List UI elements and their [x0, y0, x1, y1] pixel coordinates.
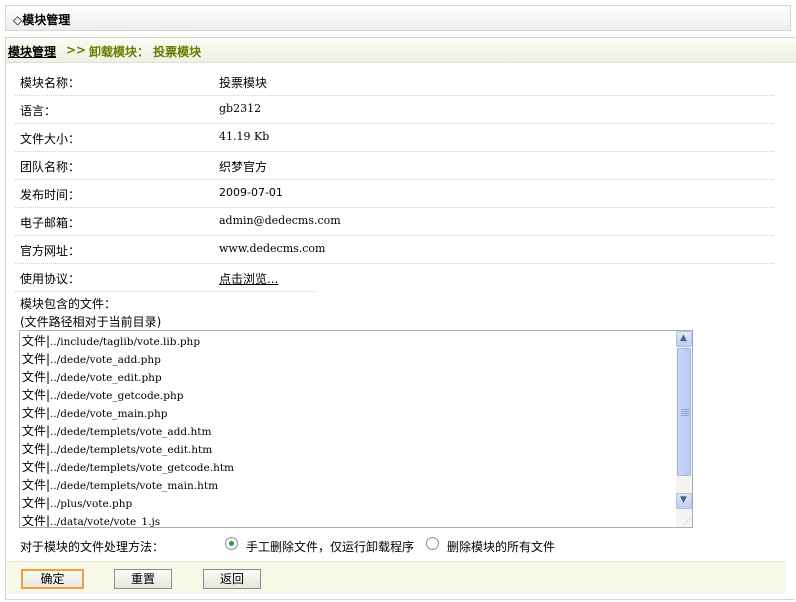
- file-path: ../dede/vote_main.php: [50, 408, 168, 420]
- grip-line: [681, 409, 689, 410]
- file-prefix: 文件|: [22, 352, 51, 366]
- reset-button[interactable]: 重置: [114, 569, 172, 589]
- info-label: 官方网址：: [20, 244, 81, 258]
- info-row-team: 团队名称： 织梦官方: [15, 151, 774, 180]
- file-prefix: 文件|: [22, 424, 51, 438]
- file-line: 文件|../data/vote/vote_1.js: [22, 512, 161, 528]
- file-path: ../include/taglib/vote.lib.php: [50, 336, 201, 348]
- breadcrumb-home-link[interactable]: 模块管理: [8, 43, 56, 60]
- file-path: ../dede/templets/vote_add.htm: [50, 426, 212, 438]
- info-row-file-size: 文件大小： 41.19 Kb: [15, 123, 774, 152]
- radio-delete-all-label[interactable]: 删除模块的所有文件: [447, 538, 555, 555]
- file-prefix: 文件|: [22, 388, 51, 402]
- info-label: 使用协议：: [20, 272, 81, 286]
- breadcrumb-separator: >>: [66, 43, 87, 57]
- file-path: ../dede/templets/vote_main.htm: [50, 480, 219, 492]
- file-path: ../dede/vote_getcode.php: [50, 390, 184, 402]
- back-button[interactable]: 返回: [203, 569, 261, 589]
- file-path: ../dede/vote_edit.php: [50, 372, 162, 384]
- file-path: ../dede/templets/vote_getcode.htm: [50, 462, 235, 474]
- info-row-license: 使用协议： 点击浏览...: [15, 263, 315, 292]
- info-value: gb2312: [219, 102, 262, 115]
- breadcrumb: 模块管理 >> 卸载模块： 投票模块: [6, 38, 796, 63]
- license-browse-link[interactable]: 点击浏览...: [219, 270, 278, 287]
- info-value: 2009-07-01: [219, 186, 283, 199]
- radio-delete-all[interactable]: [426, 537, 439, 550]
- files-label: 模块包含的文件：: [20, 297, 117, 311]
- file-path: ../data/vote/vote_1.js: [50, 516, 161, 528]
- info-row-language: 语言： gb2312: [15, 95, 774, 124]
- files-note: (文件路径相对于当前目录): [20, 315, 162, 329]
- file-line: 文件|../dede/vote_getcode.php: [22, 386, 183, 404]
- scroll-down-button[interactable]: ▼: [676, 493, 692, 509]
- file-path: ../plus/vote.php: [50, 498, 133, 510]
- grip-line: [681, 411, 689, 412]
- info-row-module-name: 模块名称： 投票模块: [15, 67, 774, 96]
- page-header: ◇模块管理: [5, 5, 791, 31]
- radio-manual-delete[interactable]: [225, 537, 238, 550]
- file-line: 文件|../dede/vote_edit.php: [22, 368, 162, 386]
- vertical-scrollbar[interactable]: ▲ ▼: [676, 331, 692, 527]
- info-value: admin@dedecms.com: [219, 214, 341, 227]
- file-prefix: 文件|: [22, 442, 51, 456]
- info-value: www.dedecms.com: [219, 242, 326, 255]
- info-label: 发布时间：: [20, 188, 81, 202]
- file-line: 文件|../dede/templets/vote_main.htm: [22, 476, 218, 494]
- info-label: 文件大小：: [20, 132, 81, 146]
- scroll-thumb[interactable]: [677, 348, 691, 476]
- info-row-release-date: 发布时间： 2009-07-01: [15, 179, 774, 208]
- file-prefix: 文件|: [22, 370, 51, 384]
- info-row-email: 电子邮箱： admin@dedecms.com: [15, 207, 774, 236]
- file-line: 文件|../plus/vote.php: [22, 494, 132, 512]
- file-path: ../dede/templets/vote_edit.htm: [50, 444, 213, 456]
- file-path: ../dede/vote_add.php: [50, 354, 161, 366]
- file-line: 文件|../dede/templets/vote_getcode.htm: [22, 458, 234, 476]
- radio-manual-delete-label[interactable]: 手工删除文件，仅运行卸载程序: [246, 538, 414, 555]
- breadcrumb-current: 卸载模块： 投票模块: [89, 45, 202, 59]
- info-label: 语言：: [20, 104, 57, 118]
- info-row-website: 官方网址： www.dedecms.com: [15, 235, 774, 264]
- info-value: 投票模块: [219, 76, 268, 90]
- method-label: 对于模块的文件处理方法：: [20, 540, 165, 554]
- file-prefix: 文件|: [22, 334, 51, 348]
- grip-line: [681, 415, 689, 416]
- scroll-up-button[interactable]: ▲: [676, 331, 692, 347]
- chevron-down-icon: ▼: [680, 495, 687, 505]
- button-bar: 确定 重置 返回: [6, 561, 786, 594]
- file-line: 文件|../dede/templets/vote_edit.htm: [22, 440, 212, 458]
- info-label: 电子邮箱：: [20, 216, 81, 230]
- file-prefix: 文件|: [22, 406, 51, 420]
- info-value: 织梦官方: [219, 160, 268, 174]
- uninstall-module-panel: 模块管理 >> 卸载模块： 投票模块 模块名称： 投票模块 语言： gb2312…: [5, 37, 796, 600]
- file-line: 文件|../include/taglib/vote.lib.php: [22, 332, 200, 350]
- file-prefix: 文件|: [22, 478, 51, 492]
- info-label: 模块名称：: [20, 76, 81, 90]
- file-line: 文件|../dede/vote_main.php: [22, 404, 168, 422]
- file-line: 文件|../dede/vote_add.php: [22, 350, 161, 368]
- file-prefix: 文件|: [22, 460, 51, 474]
- page-title: ◇模块管理: [13, 13, 71, 27]
- resize-grip-icon[interactable]: ⋰: [683, 517, 691, 526]
- file-list-textarea[interactable]: 文件|../include/taglib/vote.lib.php 文件|../…: [19, 330, 693, 528]
- confirm-button[interactable]: 确定: [21, 569, 84, 589]
- chevron-up-icon: ▲: [680, 333, 687, 343]
- info-value: 41.19 Kb: [219, 130, 270, 143]
- grip-line: [681, 413, 689, 414]
- file-prefix: 文件|: [22, 514, 51, 528]
- file-prefix: 文件|: [22, 496, 51, 510]
- info-label: 团队名称：: [20, 160, 81, 174]
- file-line: 文件|../dede/templets/vote_add.htm: [22, 422, 211, 440]
- file-handling-method: 对于模块的文件处理方法： 手工删除文件，仅运行卸载程序 删除模块的所有文件: [15, 530, 795, 558]
